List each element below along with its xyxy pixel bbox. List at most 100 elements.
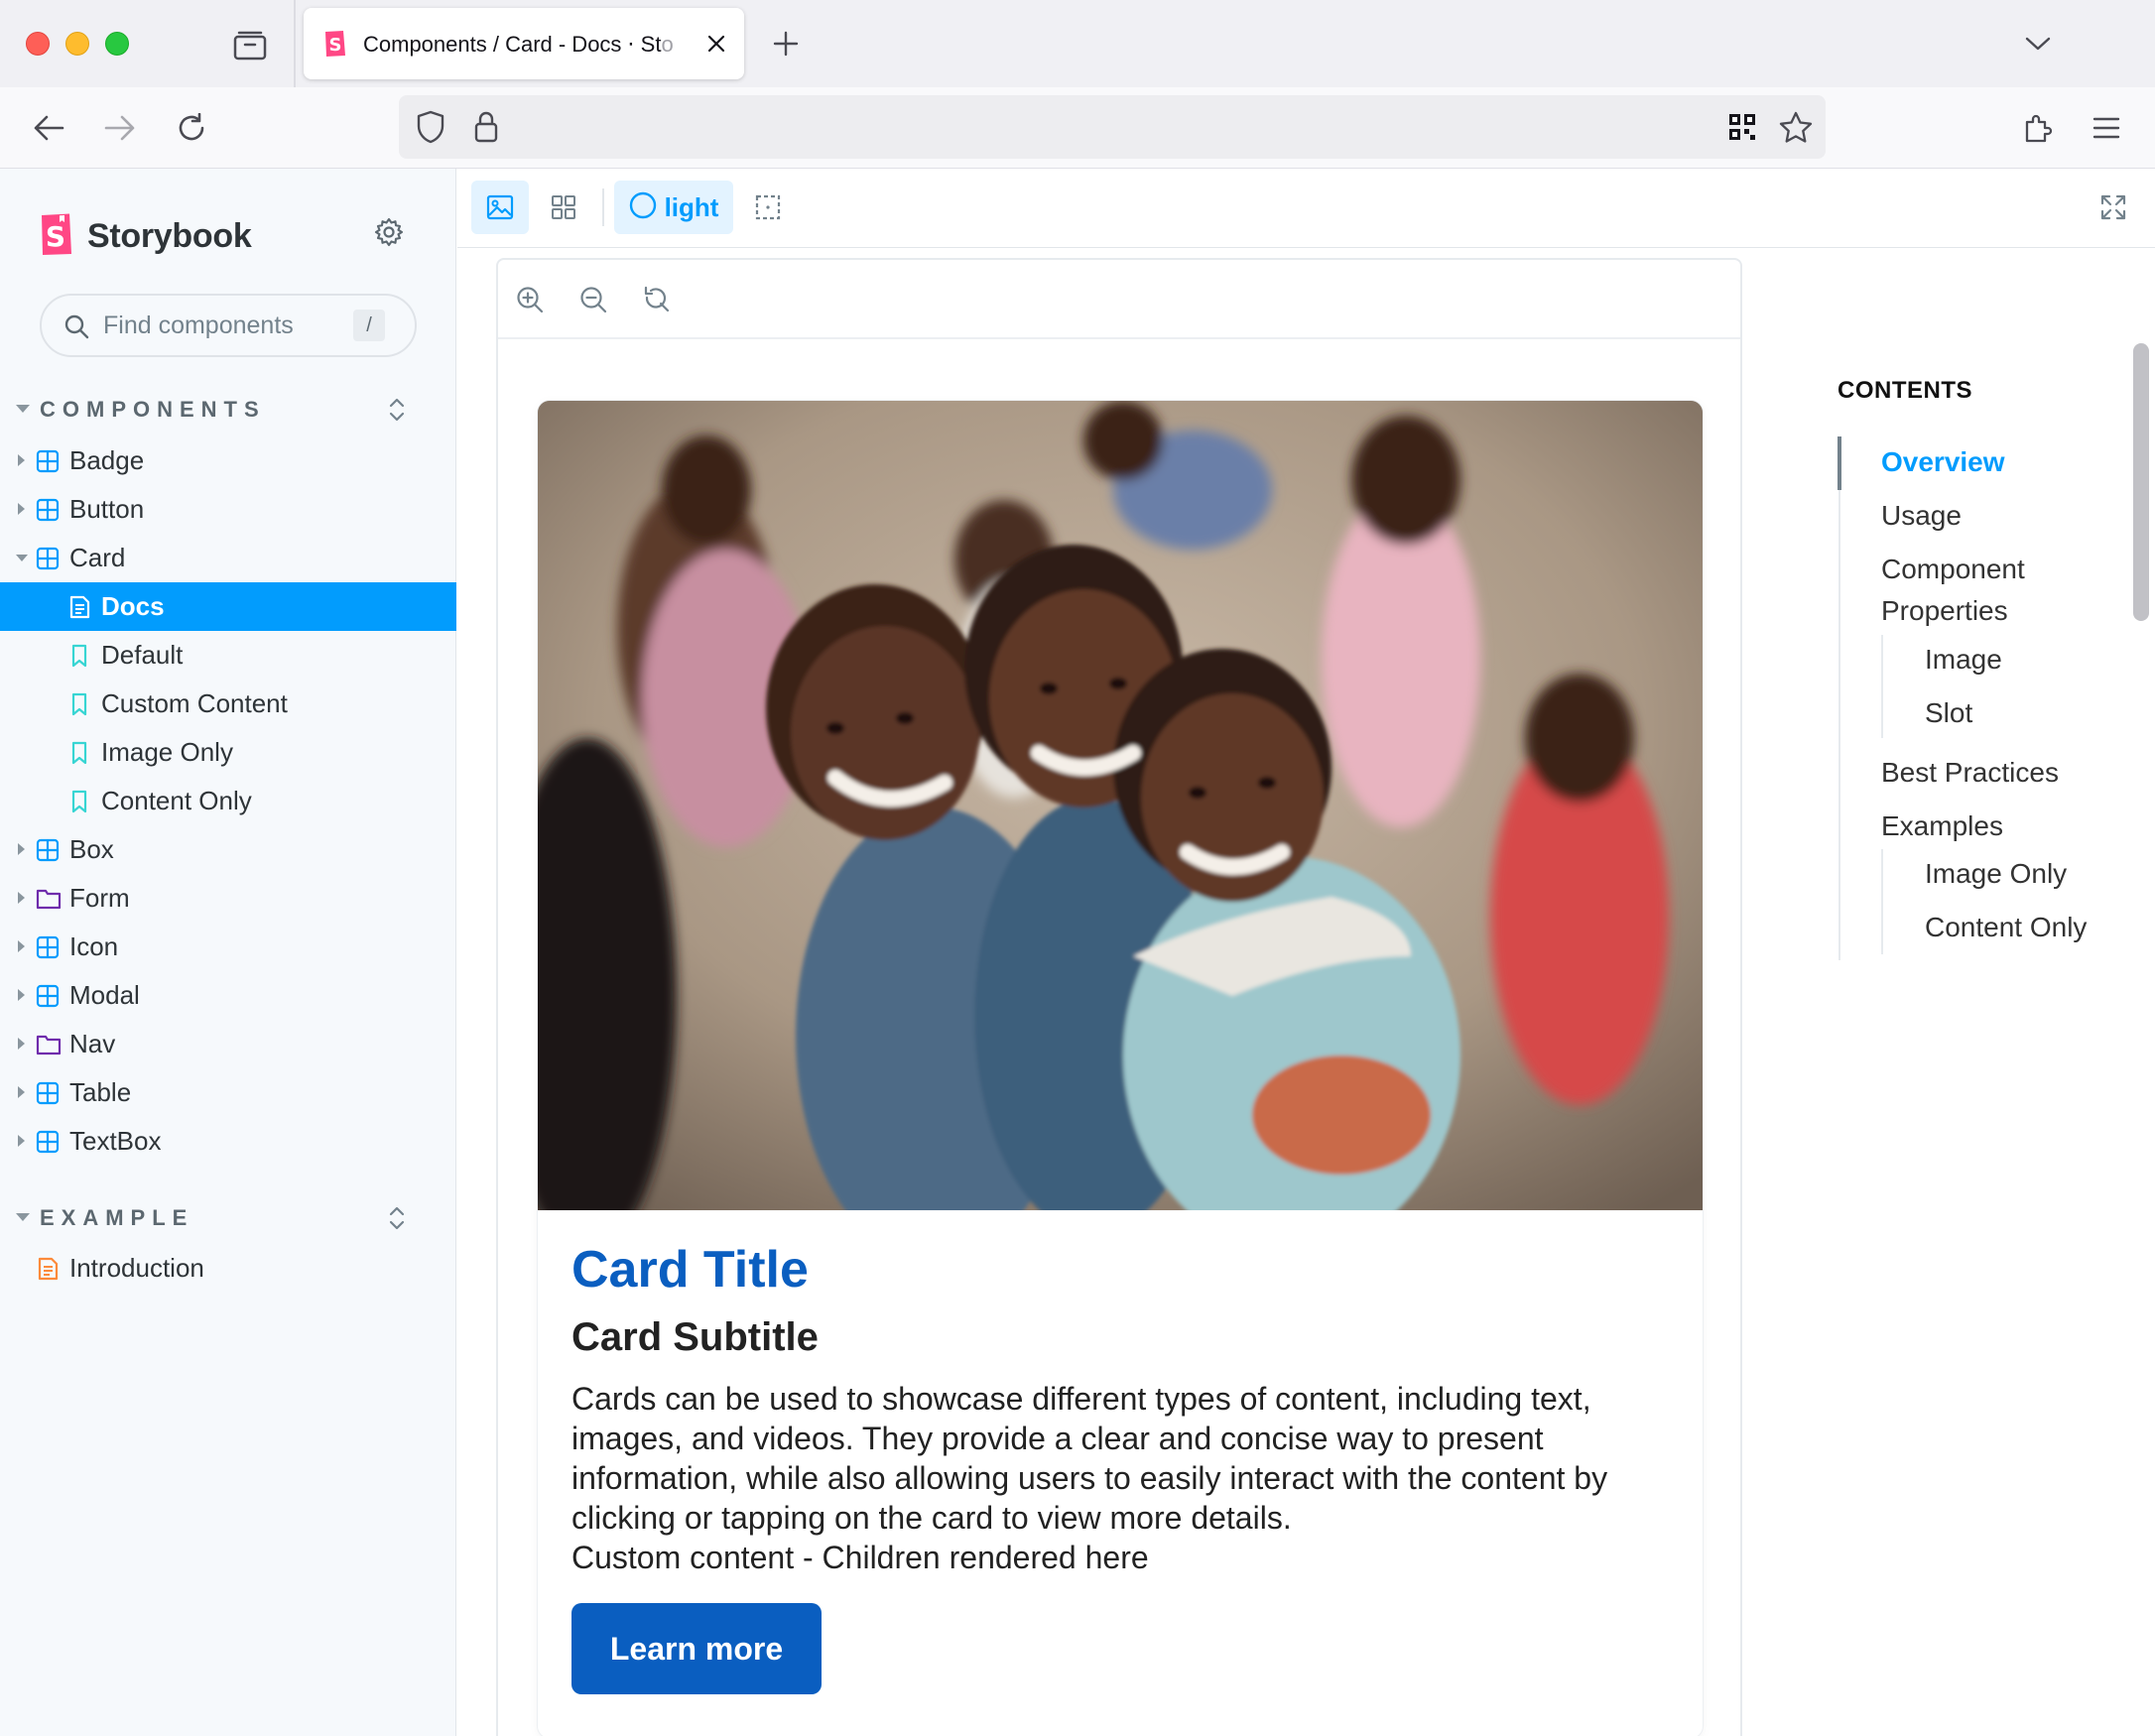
docs-scrollbar-thumb[interactable] [2133, 343, 2149, 621]
toc-link-examples[interactable]: Examples [1881, 810, 2003, 842]
sidebar-item-card-docs[interactable]: Docs [0, 582, 456, 631]
extensions-puzzle-icon[interactable] [2014, 105, 2060, 151]
window-close-button[interactable] [26, 32, 50, 56]
sidebar-item-badge[interactable]: Badge [0, 436, 456, 485]
circle-icon [629, 191, 657, 224]
sidebar-item-label: Box [69, 834, 114, 864]
canvas-zoom-toolbar [498, 260, 1740, 339]
sidebar-item-introduction[interactable]: Introduction [0, 1244, 456, 1293]
section-components-header[interactable]: COMPONENTS [0, 391, 456, 431]
document-icon [36, 1257, 60, 1281]
sidebar-item-label: Docs [101, 591, 165, 621]
toc-rail [1838, 436, 1840, 960]
expand-caret-icon[interactable] [18, 989, 25, 1001]
sidebar-item-textbox[interactable]: TextBox [0, 1117, 456, 1166]
search-shortcut-key: / [353, 310, 385, 341]
sidebar-item-box[interactable]: Box [0, 825, 456, 874]
sidebar-item-modal[interactable]: Modal [0, 971, 456, 1020]
expand-caret-icon[interactable] [18, 454, 25, 466]
zoom-out-icon[interactable] [573, 280, 613, 319]
expand-caret-icon[interactable] [18, 843, 25, 855]
sidebar-item-nav[interactable]: Nav [0, 1020, 456, 1068]
expand-collapse-all-icon[interactable] [385, 395, 409, 425]
toc-active-indicator [1838, 436, 1841, 490]
card-title: Card Title [571, 1241, 809, 1299]
expand-caret-icon[interactable] [18, 940, 25, 952]
lock-icon[interactable] [468, 109, 504, 145]
tracking-protection-shield-icon[interactable] [413, 109, 448, 145]
theme-label: light [664, 191, 719, 222]
sidebar-item-label: Button [69, 494, 145, 524]
bookmark-star-icon[interactable] [1778, 109, 1814, 145]
back-arrow-icon[interactable] [26, 105, 71, 151]
toc-link-component-properties-line2[interactable]: Properties [1881, 595, 2008, 627]
expand-caret-icon[interactable] [18, 1135, 25, 1147]
expand-caret-icon[interactable] [18, 892, 25, 904]
toc-link-image[interactable]: Image [1925, 644, 2002, 676]
search-placeholder: Find components [103, 311, 294, 339]
tab-close-icon[interactable] [698, 26, 734, 62]
section-example-header[interactable]: EXAMPLE [0, 1199, 456, 1239]
toc-sub-rail [1881, 635, 1883, 738]
sidebar-item-card-default[interactable]: Default [0, 631, 456, 680]
sidebar-item-table[interactable]: Table [0, 1068, 456, 1117]
expand-collapse-all-icon[interactable] [385, 1203, 409, 1233]
sidebar-item-label: Nav [69, 1029, 116, 1058]
sidebar-item-label: Introduction [69, 1253, 204, 1283]
learn-more-button[interactable]: Learn more [571, 1603, 822, 1694]
browser-tab-active[interactable]: S Components / Card - Docs ⋅ Sto [304, 8, 744, 79]
new-tab-plus-icon[interactable] [766, 24, 806, 63]
app-menu-hamburger-icon[interactable] [2084, 105, 2129, 151]
sidebar-item-card-image-only[interactable]: Image Only [0, 728, 456, 777]
storybook-sidebar: S Storybook Find components / COMPONENTS… [0, 169, 456, 1736]
sidebar-item-icon[interactable]: Icon [0, 923, 456, 971]
sidebar-item-label: Card [69, 543, 126, 572]
zoom-in-icon[interactable] [510, 280, 550, 319]
fullscreen-expand-icon[interactable] [2089, 181, 2138, 234]
toc-link-usage[interactable]: Usage [1881, 500, 1962, 532]
window-minimize-button[interactable] [65, 32, 89, 56]
zoom-reset-icon[interactable] [637, 280, 677, 319]
section-example-label: EXAMPLE [40, 1205, 194, 1230]
children-photo [538, 401, 1703, 1210]
expand-caret-icon[interactable] [18, 503, 25, 515]
expand-caret-icon[interactable] [18, 1038, 25, 1050]
address-bar[interactable] [399, 95, 1826, 159]
card-component: Card Title Card Subtitle Cards can be us… [538, 401, 1703, 1736]
qr-code-icon[interactable] [1724, 109, 1760, 145]
sidebar-item-card[interactable]: Card [0, 534, 456, 582]
reload-icon[interactable] [169, 105, 214, 151]
list-all-tabs-chevron-icon[interactable] [2018, 24, 2058, 63]
toc-link-component-properties[interactable]: Component [1881, 554, 2025, 585]
section-collapse-caret-icon [16, 1213, 30, 1221]
forward-arrow-icon[interactable] [97, 105, 143, 151]
browser-tab-bar: S Components / Card - Docs ⋅ Sto [0, 0, 2155, 87]
story-canvas-preview: Card Title Card Subtitle Cards can be us… [496, 258, 1742, 1736]
grid-icon[interactable] [535, 181, 592, 234]
toc-link-overview[interactable]: Overview [1881, 446, 2005, 478]
sidebar-item-button[interactable]: Button [0, 485, 456, 534]
component-icon [36, 547, 60, 570]
outline-measure-icon[interactable] [741, 181, 795, 234]
storybook-logo-icon: S [40, 212, 73, 261]
background-image-icon[interactable] [471, 181, 529, 234]
sidebar-item-label: Icon [69, 931, 119, 961]
toc-link-slot[interactable]: Slot [1925, 697, 1972, 729]
sidebar-item-form[interactable]: Form [0, 874, 456, 923]
toc-link-content-only[interactable]: Content Only [1925, 912, 2087, 943]
component-icon [36, 498, 60, 522]
toc-link-image-only[interactable]: Image Only [1925, 858, 2067, 890]
sidebar-item-card-content-only[interactable]: Content Only [0, 777, 456, 825]
toc-link-best-practices[interactable]: Best Practices [1881, 757, 2059, 789]
component-icon [36, 935, 60, 959]
search-input[interactable]: Find components / [40, 294, 417, 357]
svg-text:S: S [329, 35, 342, 56]
sidebar-item-card-custom-content[interactable]: Custom Content [0, 680, 456, 728]
settings-gear-icon[interactable] [371, 214, 407, 250]
storybook-brand[interactable]: S Storybook [40, 212, 252, 261]
tab-manager-icon[interactable] [230, 26, 270, 65]
collapse-caret-icon[interactable] [16, 555, 28, 561]
expand-caret-icon[interactable] [18, 1086, 25, 1098]
window-zoom-button[interactable] [105, 32, 129, 56]
theme-switch-button[interactable]: light [614, 181, 733, 234]
